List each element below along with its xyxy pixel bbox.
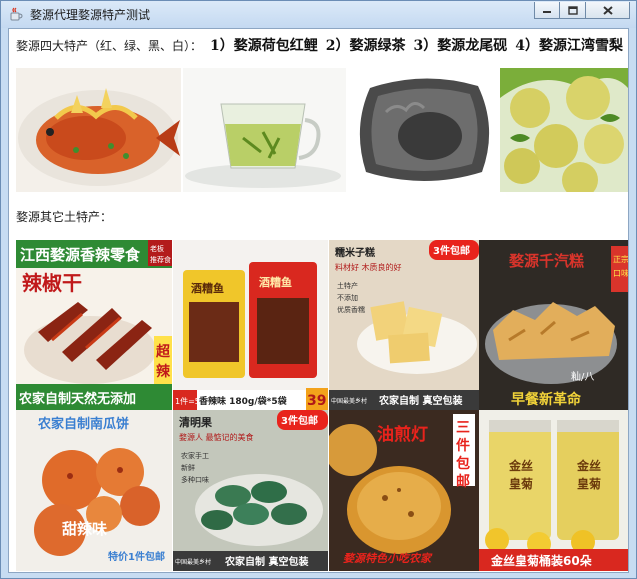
product-tag2: 推荐食 xyxy=(150,255,171,264)
specialty-red-carp: 1）婺源荷包红鲤 xyxy=(210,38,318,54)
app-window: 婺源代理婺源特产测试 婺源四大特产（红、绿、黑、白）： 1）婺源荷包红鲤 2）婺源绿… xyxy=(0,0,637,579)
product-title: 婺源千汽糕 xyxy=(508,252,584,270)
window-controls xyxy=(534,2,630,20)
product-footer: 农家自制 真空包装 xyxy=(224,555,308,568)
product-title: 农家自制南瓜饼 xyxy=(37,416,129,432)
package-label-1: 酒糟鱼 xyxy=(191,281,224,295)
free-shipping-badge: 3件包邮 xyxy=(281,414,318,427)
four-specialties-row: 婺源四大特产（红、绿、黑、白）： 1）婺源荷包红鲤 2）婺源绿茶 3）婺源龙尾砚 4）婺… xyxy=(16,35,623,55)
product-footer: 农家自制天然无添加 xyxy=(18,391,136,407)
product-rice-cake[interactable]: 糯米子糕 料材好 木质良的好 3件包邮 土特产 不添加 优质香糯 中国最美乡村 … xyxy=(329,240,479,410)
close-button[interactable] xyxy=(586,2,630,19)
jar-label-1: 金丝 xyxy=(508,458,533,473)
product-fried-lantern[interactable]: 油煎灯 三 件 包 邮 婺源特色小吃农家 xyxy=(329,410,479,571)
brand-text: 中国最美乡村 xyxy=(175,558,211,566)
specialty-inkstone: 3）婺源龙尾砚 xyxy=(413,38,508,54)
product-tag: 糯米子糕 xyxy=(335,246,375,259)
check-1: 土特产 xyxy=(337,281,358,290)
check-3: 优质香糯 xyxy=(337,305,365,314)
product-side-1: 三 xyxy=(456,420,470,436)
window-title: 婺源代理婺源特产测试 xyxy=(30,8,151,22)
check-2: 新鲜 xyxy=(181,463,195,472)
pack-spec: 香辣味 180g/袋*5袋 xyxy=(198,395,288,407)
minimize-button[interactable] xyxy=(534,2,560,19)
product-side-3: 包 xyxy=(456,455,470,472)
product-side-b: 口味 xyxy=(613,268,628,278)
java-cup-icon xyxy=(10,7,23,21)
maximize-icon xyxy=(567,5,578,15)
product-side-2: 辣 xyxy=(156,363,171,380)
product-title: 辣椒干 xyxy=(22,271,82,295)
product-side-1: 超 xyxy=(155,343,171,360)
minimize-icon xyxy=(543,11,551,13)
price: 39 xyxy=(307,393,326,409)
intro-label: 婺源四大特产（红、绿、黑、白）： xyxy=(16,39,203,53)
product-side2: 籼/八 xyxy=(571,370,594,383)
product-sub: 婺源人 最惦记的美食 xyxy=(179,432,254,442)
package-label-2: 酒糟鱼 xyxy=(259,275,292,289)
specialty-green-tea: 2）婺源绿茶 xyxy=(325,38,406,54)
maximize-button[interactable] xyxy=(560,2,586,19)
other-specialties-label: 婺源其它土特产： xyxy=(16,210,113,224)
product-footer: 农家自制 真空包装 xyxy=(378,394,462,407)
jar-label-2: 皇菊 xyxy=(509,476,533,491)
product-side: 正宗 xyxy=(613,254,628,264)
title-bar[interactable]: 婺源代理婺源特产测试 xyxy=(1,1,636,28)
product-footer: 早餐新革命 xyxy=(511,391,582,408)
check-1: 农家手工 xyxy=(181,451,209,460)
content-panel: 婺源四大特产（红、绿、黑、白）： 1）婺源荷包红鲤 2）婺源绿茶 3）婺源龙尾砚 4）婺… xyxy=(8,28,629,573)
product-banner: 江西婺源香辣零食 xyxy=(20,246,141,264)
specialty-snow-pear: 4）婺源江湾雪梨 xyxy=(515,38,624,54)
snow-pear-photo xyxy=(500,68,628,192)
product-chrysanthemum[interactable]: 金丝 皇菊 金丝 皇菊 金丝皇菊桶装60朵 xyxy=(479,410,628,571)
check-3: 多种口味 xyxy=(181,475,209,484)
check-2: 不添加 xyxy=(337,293,358,302)
promo-label: 特价1件包邮 xyxy=(108,550,165,563)
product-fermented-fish[interactable]: 酒糟鱼 酒糟鱼 1件=5袋 香辣味 180g/袋*5袋 39 xyxy=(173,240,328,410)
product-footer: 金丝皇菊桶装60朵 xyxy=(490,553,592,568)
close-icon xyxy=(602,5,613,15)
brand-text: 中国最美乡村 xyxy=(331,397,367,405)
product-qingming-dumpling[interactable]: 清明果 婺源人 最惦记的美食 3件包邮 农家手工 新鲜 多种口味 中国最美乡村 … xyxy=(173,410,328,571)
green-tea-photo xyxy=(183,68,346,192)
product-tag: 清明果 xyxy=(179,415,212,429)
product-steamed-cake[interactable]: 婺源千汽糕 正宗 口味 籼/八 早餐新革命 xyxy=(479,240,628,410)
product-side-2: 件 xyxy=(456,437,470,454)
specialty-list: 1）婺源荷包红鲤 2）婺源绿茶 3）婺源龙尾砚 4）婺源江湾雪梨 xyxy=(202,38,623,54)
product-title: 油煎灯 xyxy=(377,424,428,445)
product-pumpkin-cake[interactable]: 农家自制南瓜饼 甜辣味 特价1件包邮 xyxy=(16,410,172,571)
product-chili-jerky[interactable]: 江西婺源香辣零食 老板 推荐食 辣椒干 农家自制天然无添加 超 辣 xyxy=(16,240,172,410)
jar-label-3: 金丝 xyxy=(576,458,601,473)
jar-label-4: 皇菊 xyxy=(577,476,601,491)
product-footer: 婺源特色小吃农家 xyxy=(343,552,433,565)
flavor-label: 甜辣味 xyxy=(62,520,107,538)
product-tag: 老板 xyxy=(150,244,164,253)
product-sub: 料材好 木质良的好 xyxy=(335,262,402,272)
free-shipping-badge: 3件包邮 xyxy=(433,244,470,257)
red-carp-photo xyxy=(16,68,181,192)
product-side-4: 邮 xyxy=(456,473,470,490)
inkstone-photo xyxy=(348,68,500,192)
